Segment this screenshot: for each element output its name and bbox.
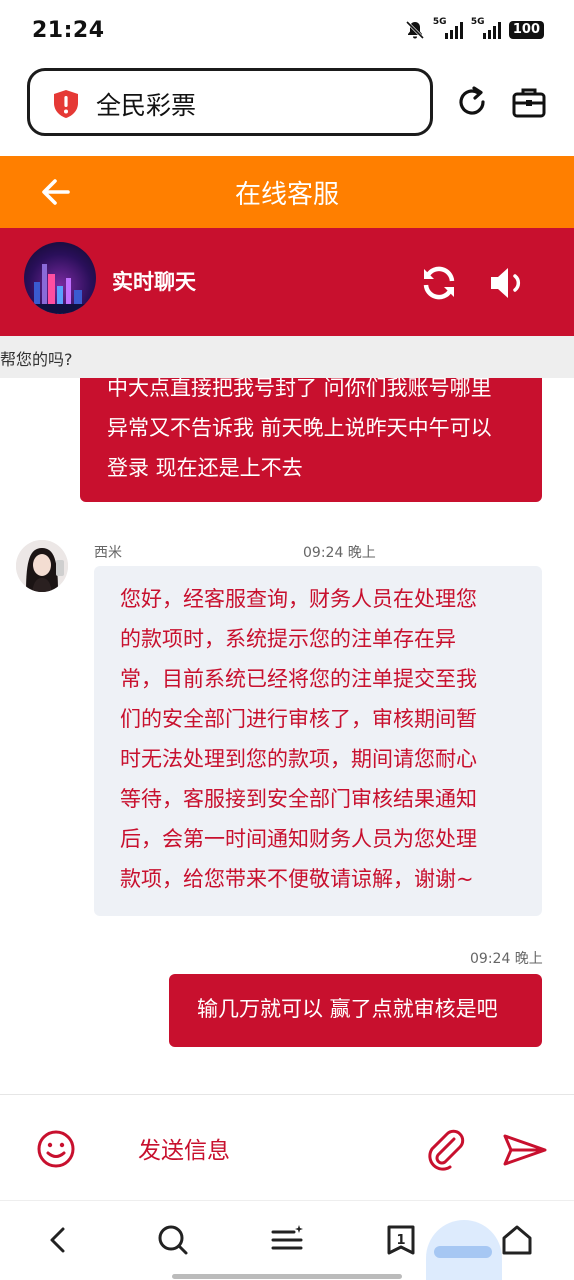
- agent-name: 西米: [94, 545, 122, 561]
- speaker-icon[interactable]: [488, 264, 528, 302]
- chat-title: 实时聊天: [112, 270, 196, 294]
- header-title: 在线客服: [234, 180, 339, 210]
- shield-warning-icon: [54, 90, 78, 118]
- net-label-2: 5G: [470, 17, 485, 27]
- signal-1-icon: 5G: [433, 17, 463, 39]
- signal-2-icon: 5G: [471, 17, 501, 39]
- address-bar[interactable]: 全民彩票: [27, 68, 433, 136]
- message-line: 后，会第一时间通知财务人员为您处理: [120, 827, 477, 851]
- agent-message-bubble: 您好，经客服查询，财务人员在处理您 的款项时，系统提示您的注单存在异 常，目前系…: [94, 566, 542, 916]
- bell-muted-icon: [405, 20, 424, 40]
- message-line: 输几万就可以 赢了点就审核是吧: [197, 997, 498, 1021]
- message-time: 09:24 晚上: [303, 545, 376, 561]
- message-line: 异常又不告诉我 前天晚上说昨天中午可以: [107, 416, 492, 440]
- message-line: 们的安全部门进行审核了，审核期间暂: [120, 707, 477, 731]
- message-line: 时无法处理到您的款项，期间请您耐心: [120, 747, 477, 771]
- send-icon[interactable]: [502, 1133, 548, 1167]
- message-input-bar: 发送信息: [0, 1094, 574, 1200]
- user-message-bubble: 中大点直接把我号封了 问你们我账号哪里 异常又不告诉我 前天晚上说昨天中午可以 …: [80, 378, 542, 502]
- tab-count: 1: [396, 1233, 406, 1248]
- chat-avatar: [24, 242, 96, 314]
- message-line: 的款项时，系统提示您的注单存在异: [120, 627, 456, 651]
- chat-header: 实时聊天: [0, 228, 574, 336]
- toolbox-icon[interactable]: [512, 86, 546, 118]
- message-line: 中大点直接把我号封了 问你们我账号哪里: [107, 378, 492, 400]
- menu-icon[interactable]: [270, 1223, 304, 1257]
- net-label-1: 5G: [432, 17, 447, 27]
- message-time: 09:24 晚上: [470, 951, 543, 967]
- reload-icon[interactable]: [454, 84, 490, 120]
- paperclip-icon[interactable]: [424, 1129, 466, 1171]
- agent-avatar: [16, 540, 68, 592]
- page-title: 全民彩票: [96, 91, 197, 120]
- notice-marquee: 帮您的吗?: [0, 336, 574, 378]
- status-bar: 21:24 5G 5G 100: [0, 0, 574, 62]
- page-header: 在线客服: [0, 156, 574, 228]
- message-line: 常，目前系统已经将您的注单提交至我: [120, 667, 477, 691]
- home-icon[interactable]: [500, 1223, 534, 1257]
- message-line: 款项，给您带来不便敬请谅解，谢谢~: [120, 867, 474, 891]
- user-message-bubble: 输几万就可以 赢了点就审核是吧: [169, 974, 542, 1047]
- battery-indicator: 100: [508, 21, 544, 39]
- notice-text: 帮您的吗?: [0, 350, 73, 369]
- message-line: 等待，客服接到安全部门审核结果通知: [120, 787, 477, 811]
- gesture-bar[interactable]: [172, 1274, 402, 1279]
- tabs-button[interactable]: 1: [384, 1223, 418, 1257]
- chat-messages[interactable]: 中大点直接把我号封了 问你们我账号哪里 异常又不告诉我 前天晚上说昨天中午可以 …: [0, 378, 574, 1094]
- message-line: 您好，经客服查询，财务人员在处理您: [120, 587, 477, 611]
- status-icons: 5G 5G 100: [405, 17, 544, 40]
- message-line: 登录 现在还是上不去: [107, 456, 303, 480]
- message-input[interactable]: 发送信息: [138, 1131, 230, 1165]
- back-icon[interactable]: [42, 1223, 76, 1257]
- status-time: 21:24: [32, 18, 105, 43]
- sync-icon[interactable]: [420, 264, 458, 302]
- smile-icon[interactable]: [36, 1129, 76, 1169]
- search-icon[interactable]: [156, 1223, 190, 1257]
